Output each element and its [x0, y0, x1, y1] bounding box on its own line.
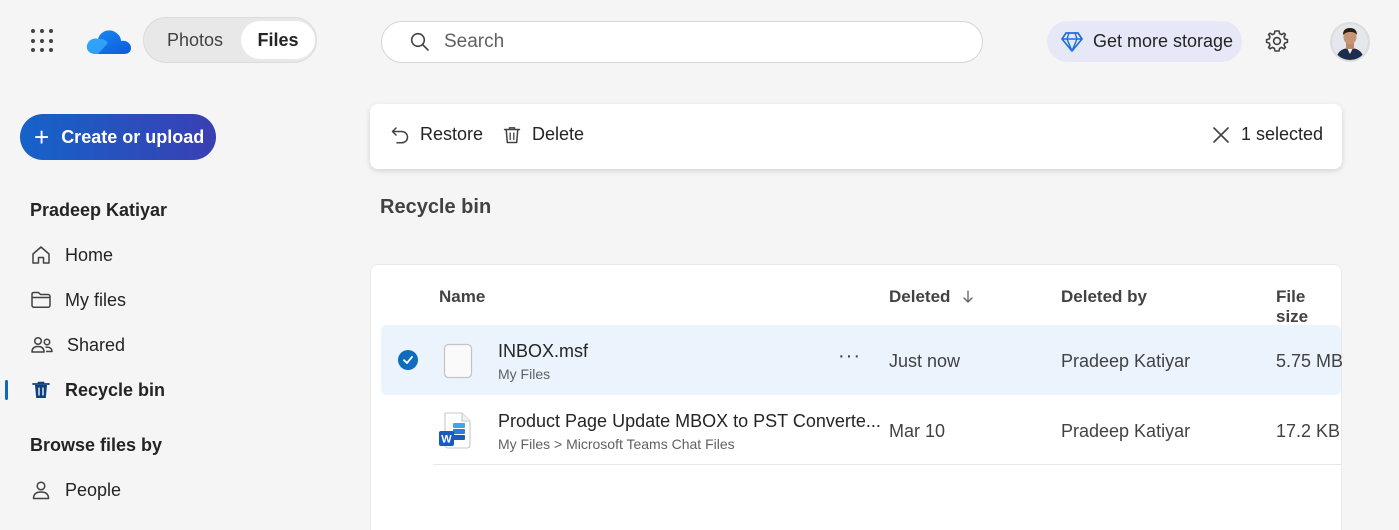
people-icon	[31, 336, 53, 353]
delete-button[interactable]: Delete	[502, 124, 584, 145]
clear-selection-button[interactable]: 1 selected	[1211, 124, 1323, 145]
file-path: My Files > Microsoft Teams Chat Files	[498, 436, 735, 452]
sidebar-item-my-files[interactable]: My files	[30, 282, 330, 318]
active-indicator	[5, 380, 8, 400]
column-header-deleted-by[interactable]: Deleted by	[1061, 287, 1147, 307]
column-header-file-size[interactable]: File size	[1276, 287, 1341, 327]
sidebar-item-people[interactable]: People	[30, 472, 330, 508]
sidebar-item-label: Recycle bin	[65, 379, 166, 400]
close-icon	[1213, 126, 1229, 143]
sort-down-icon	[963, 290, 974, 303]
selection-count: 1 selected	[1241, 124, 1324, 144]
row-divider	[433, 464, 1341, 465]
deleted-date: Mar 10	[889, 421, 946, 441]
table-row[interactable]: W Product Page Update MBOX to PST Conver…	[381, 395, 1341, 465]
photos-tab[interactable]: Photos	[150, 21, 240, 59]
person-icon	[32, 481, 50, 500]
restore-label: Restore	[420, 124, 484, 144]
plus-icon: +	[34, 122, 50, 152]
files-tab[interactable]: Files	[241, 21, 315, 59]
checkmark-icon	[403, 356, 413, 364]
avatar[interactable]	[1330, 22, 1370, 62]
generic-file-icon	[443, 343, 473, 384]
page-title: Recycle bin	[380, 196, 492, 218]
sidebar-item-home[interactable]: Home	[30, 237, 330, 273]
diamond-icon	[1061, 31, 1083, 52]
undo-icon	[391, 126, 409, 144]
command-bar: Restore Delete 1 selected	[370, 104, 1342, 169]
sidebar-user-name: Pradeep Katiyar	[30, 200, 168, 220]
sidebar-item-label: People	[65, 479, 122, 500]
get-more-storage-label: Get more storage	[1093, 31, 1234, 51]
svg-text:W: W	[441, 434, 452, 446]
create-or-upload-label: Create or upload	[61, 126, 205, 147]
file-path: My Files	[498, 366, 551, 382]
file-list: Name Deleted Deleted by File size INBOX.…	[370, 264, 1344, 530]
deleted-date: Just now	[889, 351, 961, 371]
folder-icon	[31, 291, 51, 309]
search-icon	[410, 32, 429, 51]
sidebar-item-label: Home	[65, 244, 114, 265]
sidebar-item-recycle-bin[interactable]: Recycle bin	[30, 372, 330, 408]
browse-files-heading: Browse files by	[30, 435, 163, 455]
column-header-name[interactable]: Name	[439, 287, 485, 307]
trash-icon	[32, 381, 50, 398]
deleted-by: Pradeep Katiyar	[1061, 421, 1191, 441]
restore-button[interactable]: Restore	[390, 124, 483, 145]
onedrive-logo[interactable]	[84, 24, 132, 60]
more-options-icon[interactable]: ···	[838, 345, 861, 368]
table-row[interactable]: INBOX.msf My Files ··· Just now Pradeep …	[381, 325, 1344, 395]
get-more-storage-button[interactable]: Get more storage	[1047, 21, 1242, 62]
sidebar-item-label: Shared	[67, 334, 126, 355]
row-checkbox[interactable]	[398, 350, 418, 370]
home-icon	[32, 246, 50, 264]
sidebar-item-label: My files	[65, 289, 127, 310]
trash-outline-icon	[503, 126, 521, 143]
sidebar-item-shared[interactable]: Shared	[30, 327, 330, 363]
word-file-icon: W	[438, 411, 474, 456]
deleted-by: Pradeep Katiyar	[1061, 351, 1191, 371]
search-box[interactable]	[381, 21, 983, 63]
file-name[interactable]: Product Page Update MBOX to PST Converte…	[498, 411, 881, 432]
file-name[interactable]: INBOX.msf	[498, 341, 588, 362]
create-or-upload-button[interactable]: + Create or upload	[20, 114, 216, 160]
column-header-deleted[interactable]: Deleted	[889, 287, 974, 307]
app-launcher-icon[interactable]	[28, 26, 58, 56]
file-size: 5.75 MB	[1276, 351, 1344, 371]
search-input[interactable]	[444, 31, 944, 53]
delete-label: Delete	[532, 124, 585, 144]
view-switcher: Photos Files	[143, 17, 317, 63]
file-size: 17.2 KB	[1276, 421, 1341, 441]
column-header-deleted-label: Deleted	[889, 287, 951, 306]
gear-icon[interactable]	[1264, 28, 1290, 54]
